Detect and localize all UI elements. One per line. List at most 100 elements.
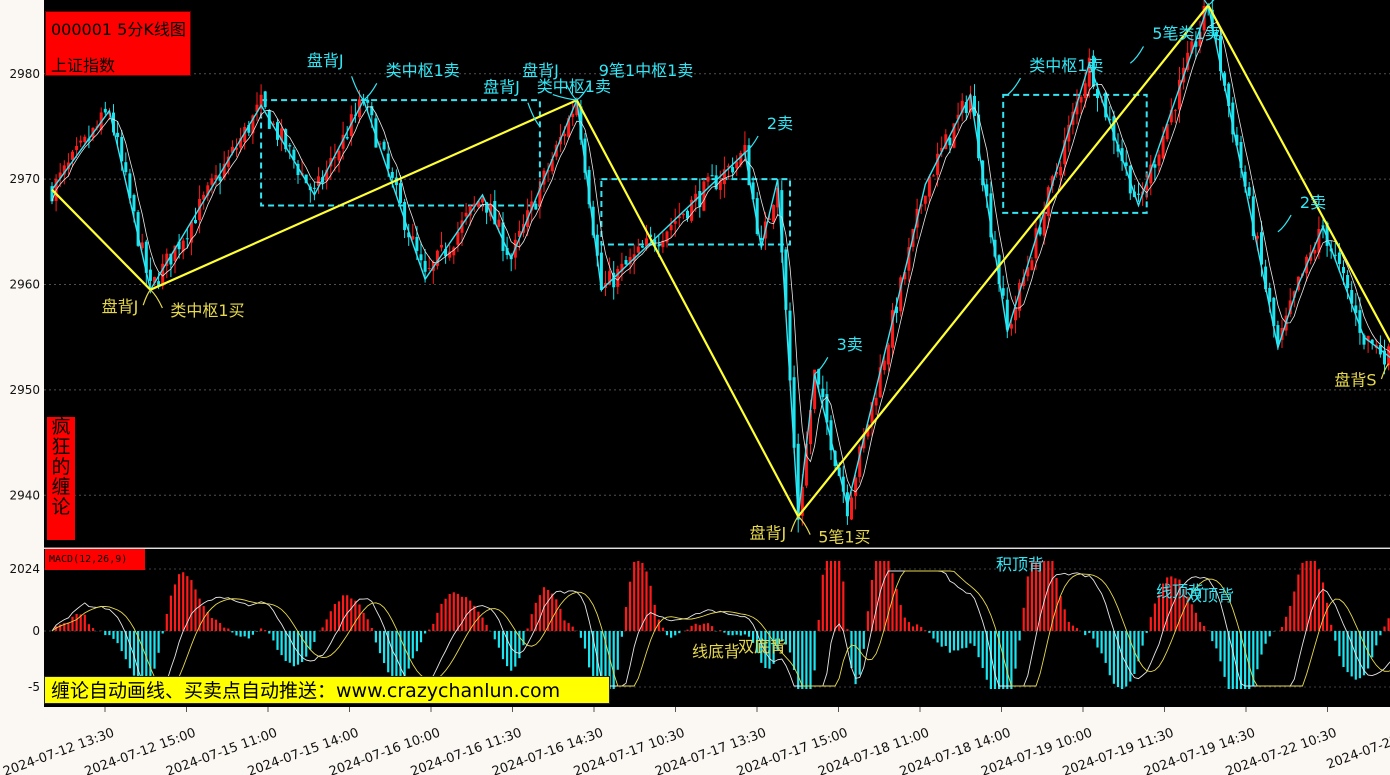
price-tick-label: 2970 — [9, 172, 40, 186]
signal-label: 2卖 — [767, 114, 793, 133]
candle-body — [932, 175, 935, 177]
candle-body — [103, 108, 107, 113]
macd-signal-label: 线底背 — [692, 642, 740, 661]
candle-body — [464, 212, 468, 217]
candle-body — [616, 268, 620, 287]
candle-body — [850, 497, 853, 520]
signal-label: 盘背S — [1334, 371, 1376, 390]
signal-label: 盘背J — [307, 51, 344, 70]
brand-char: 的 — [51, 456, 71, 478]
price-tick-label: 2980 — [9, 67, 40, 81]
candle-body — [312, 187, 316, 189]
signal-label: 盘背J — [483, 77, 520, 96]
signal-label: 盘背J — [749, 523, 786, 542]
candle-body — [657, 245, 661, 247]
candle-body — [731, 167, 735, 173]
candle-body — [534, 203, 538, 210]
candle-body — [194, 219, 197, 224]
price-tick-label: 2940 — [9, 488, 40, 502]
candle-body — [706, 176, 710, 182]
brand-char: 论 — [51, 496, 71, 518]
candle-body — [1313, 250, 1317, 254]
candle-body — [563, 134, 566, 137]
candle-body — [673, 220, 677, 224]
candle-body — [874, 397, 878, 406]
macd-tick-label: -5 — [28, 680, 40, 694]
candle-body — [210, 178, 214, 185]
macd-tick-label: 2024 — [9, 562, 40, 576]
candle-body — [419, 254, 423, 261]
signal-label: 3卖 — [837, 335, 863, 354]
candle-body — [71, 151, 74, 160]
candle-body — [714, 175, 718, 190]
brand-char: 狂 — [51, 436, 71, 458]
candle-body — [1342, 267, 1345, 274]
chart-code-period: 000001 5分K线图 — [51, 20, 186, 39]
candle-body — [386, 153, 390, 169]
candle-body — [423, 260, 427, 272]
candle-body — [882, 360, 886, 371]
candle-body — [710, 175, 714, 177]
candle-body — [772, 205, 776, 223]
candle-body — [83, 136, 87, 143]
candle-body — [636, 246, 640, 253]
candle-body — [116, 132, 120, 138]
candle-body — [1255, 235, 1259, 239]
macd-indicator-label: MACD(12,26,9) — [45, 549, 145, 570]
candle-body — [75, 146, 79, 151]
candle-body — [669, 224, 673, 231]
macd-tick-label: 0 — [32, 624, 40, 638]
candle-body — [440, 244, 443, 248]
macd-signal-label: 积顶背 — [996, 555, 1044, 574]
signal-label: 5笔1买 — [818, 527, 870, 546]
candle-body — [497, 219, 501, 227]
candle-body — [382, 141, 386, 150]
candle-body — [415, 236, 419, 251]
signal-label: 类中枢1买 — [170, 301, 244, 320]
candle-body — [1247, 187, 1251, 196]
candle-body — [148, 269, 152, 281]
chart-index-name: 上证指数 — [51, 56, 116, 75]
signal-label: 类中枢1卖 — [386, 61, 460, 80]
price-tick-label: 2960 — [9, 278, 40, 292]
signal-label: 5笔类1卖 — [1152, 24, 1220, 43]
promo-banner: 缠论自动画线、买卖点自动推送：www.crazychanlun.com — [44, 676, 610, 704]
brand-char: 缠 — [51, 476, 71, 498]
candle-body — [624, 260, 628, 265]
candle-body — [337, 150, 341, 161]
candle-body — [1346, 275, 1350, 289]
candle-body — [1173, 109, 1177, 111]
candle-body — [366, 99, 370, 103]
brand-char: 疯 — [51, 416, 71, 438]
candle-body — [218, 176, 222, 181]
time-axis-labels: 2024-07-12 13:302024-07-12 15:002024-07-… — [1, 707, 1390, 775]
macd-signal-label: 双顶背 — [1186, 586, 1234, 605]
candle-body — [886, 344, 890, 365]
candle-body — [1059, 166, 1063, 176]
candle-body — [1153, 164, 1157, 168]
candle-body — [399, 183, 402, 203]
candle-body — [345, 137, 349, 139]
candle-body — [1137, 193, 1140, 195]
price-tick-label: 2950 — [9, 383, 40, 397]
candle-body — [702, 181, 706, 211]
candle-body — [1337, 252, 1341, 264]
brand-vertical-tag: 疯 狂 的 缠 论 — [47, 417, 75, 540]
candle-body — [79, 140, 83, 143]
signal-label: 9笔1中枢1卖 — [599, 61, 694, 80]
price-axis-ticks: 2940 2950 2960 2970 2980 — [9, 67, 40, 503]
chart-canvas: 29402950296029702980 20240-5 盘背J 类中枢1买盘背J… — [1, 0, 1390, 775]
candle-body — [1079, 96, 1083, 103]
candle-body — [923, 195, 927, 204]
candle-body — [263, 91, 267, 108]
signal-label: 类中枢1卖 — [1029, 56, 1103, 75]
candle-body — [124, 162, 128, 173]
signal-label: 盘背J — [102, 297, 139, 316]
candle-body — [185, 238, 189, 240]
candle-body — [854, 477, 858, 497]
candle-body — [288, 145, 292, 147]
candle-body — [132, 195, 136, 212]
candle-body — [821, 388, 825, 398]
candle-body — [681, 213, 685, 216]
macd-signal-label: 双底背 — [738, 637, 786, 656]
